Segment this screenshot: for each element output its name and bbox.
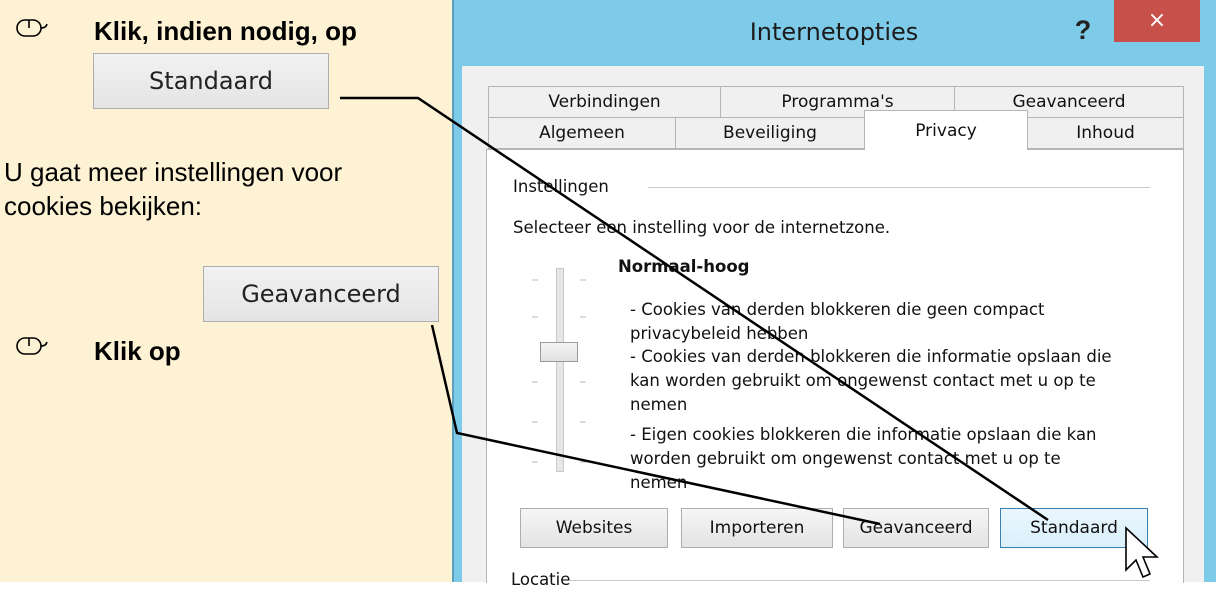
instruction-panel: Klik, indien nodig, op Standaard U gaat … [0, 0, 452, 582]
importeren-button[interactable]: Importeren [681, 508, 833, 548]
step1-text: Klik, indien nodig, op [94, 16, 357, 46]
mouse-icon [16, 337, 48, 355]
level-name: Normaal-hoog [618, 257, 750, 276]
tab-inhoud[interactable]: Inhoud [1027, 117, 1184, 149]
dialog-border [452, 0, 454, 582]
privacy-slider[interactable] [530, 262, 600, 476]
location-group-label: Locatie [511, 570, 571, 589]
tab-privacy[interactable]: Privacy [864, 110, 1028, 150]
description-line: nemen [630, 395, 688, 414]
description-line: kan worden gebruikt om ongewenst contact… [630, 371, 1096, 390]
step2-text: Klik op [94, 336, 181, 366]
info-line1: U gaat meer instellingen voor [4, 157, 343, 187]
description-line: privacybeleid hebben [630, 324, 809, 343]
tab-verbindingen[interactable]: Verbindingen [488, 86, 721, 118]
geavanceerd-example-button: Geavanceerd [203, 266, 439, 322]
geavanceerd-button[interactable]: Geavanceerd [843, 508, 989, 548]
standaard-example-button: Standaard [93, 53, 329, 109]
settings-group-divider [648, 187, 1150, 188]
close-button[interactable]: × [1114, 0, 1200, 42]
settings-group-label: Instellingen [513, 177, 609, 196]
description-line: - Cookies van derden blokkeren die geen … [630, 300, 1045, 319]
dialog-title: Internetopties [749, 18, 919, 46]
location-group-divider [570, 580, 1150, 581]
tab-algemeen[interactable]: Algemeen [488, 117, 676, 149]
description-line: nemen [630, 473, 688, 492]
standaard-button[interactable]: Standaard [1000, 508, 1148, 548]
tab-beveiliging[interactable]: Beveiliging [675, 117, 865, 149]
info-line2: cookies bekijken: [4, 191, 202, 221]
mouse-icon [16, 19, 48, 37]
help-button[interactable]: ? [1065, 12, 1101, 48]
description-line: - Cookies van derden blokkeren die infor… [630, 347, 1112, 366]
description-line: worden gebruikt om ongewenst contact met… [630, 449, 1061, 468]
websites-button[interactable]: Websites [520, 508, 668, 548]
slider-ticks [532, 279, 586, 463]
select-prompt: Selecteer een instelling voor de interne… [513, 218, 891, 237]
description-line: - Eigen cookies blokkeren die informatie… [630, 425, 1097, 444]
